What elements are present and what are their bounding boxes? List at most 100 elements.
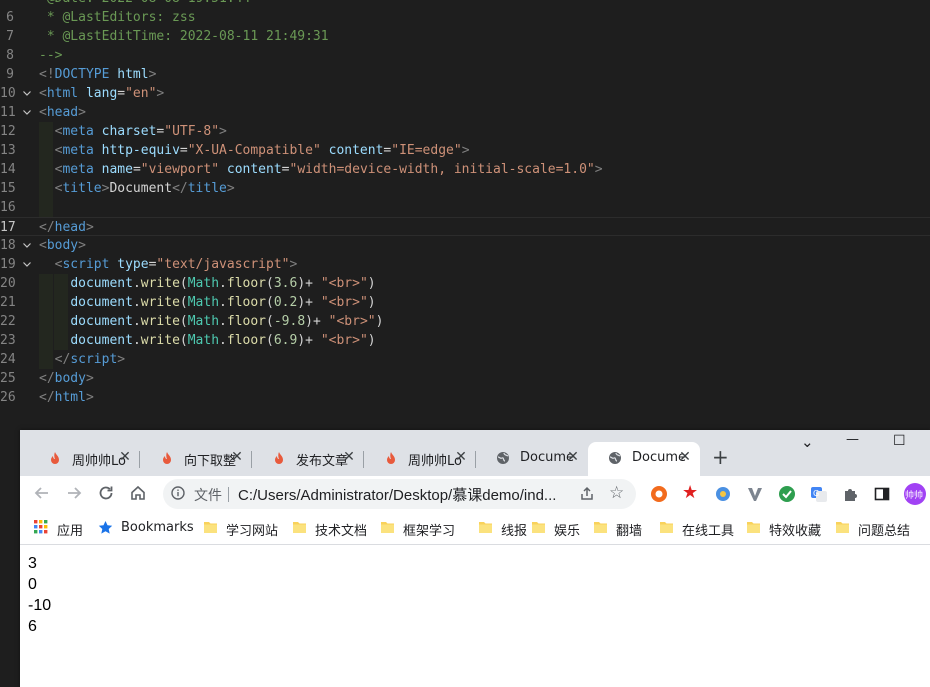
code-token: >: [85, 220, 94, 235]
code-line[interactable]: 7 * @LastEditTime: 2022-08-11 21:49:31: [0, 27, 930, 46]
folder-icon: [479, 522, 492, 533]
code-text: <meta charset="UTF-8">: [39, 122, 227, 141]
code-line[interactable]: 24 </script>: [0, 350, 930, 369]
reload-button[interactable]: [96, 484, 116, 504]
tab-search-button[interactable]: ⌄: [801, 433, 814, 451]
extension-green-icon[interactable]: [778, 485, 796, 503]
code-token: write: [140, 314, 180, 329]
code-line[interactable]: 10 <html lang="en">: [0, 84, 930, 103]
code-line[interactable]: 22 document.write(Math.floor(-9.8)+ "<br…: [0, 312, 930, 331]
extension-orange-icon[interactable]: [650, 485, 668, 503]
bookmark-label: Bookmarks: [121, 520, 194, 535]
tab-close-icon[interactable]: ✕: [566, 449, 580, 465]
tab-close-icon[interactable]: ✕: [678, 449, 692, 465]
code-line[interactable]: 23 document.write(Math.floor(6.9)+ "<br>…: [0, 331, 930, 350]
maximize-button[interactable]: ☐: [893, 433, 906, 449]
code-token: charset: [101, 124, 157, 139]
extension-star-icon[interactable]: ★: [682, 482, 700, 503]
code-line[interactable]: 14 <meta name="viewport" content="width=…: [0, 160, 930, 179]
bookmarks-bar: 应用 Bookmarks 学习网站 技术文档 框架学习 线报 娱乐 翻墙 在线工具 特效收藏 问题总…: [20, 512, 930, 545]
tab-close-icon[interactable]: ✕: [118, 449, 132, 465]
extensions-puzzle-icon[interactable]: [842, 485, 860, 503]
code-line[interactable]: 16: [0, 198, 930, 217]
tab[interactable]: 发布文章 ✕: [252, 442, 364, 476]
bookmark-label: 娱乐: [554, 524, 581, 539]
code-line[interactable]: 12 <meta charset="UTF-8">: [0, 122, 930, 141]
minimize-button[interactable]: —: [846, 432, 859, 447]
code-line[interactable]: 26 </html>: [0, 388, 930, 407]
extension-v-icon[interactable]: [746, 485, 764, 503]
file-scheme-label: 文件: [194, 488, 222, 504]
profile-avatar[interactable]: 帅帅: [904, 483, 926, 505]
address-bar[interactable]: 文件 C:/Users/Administrator/Desktop/慕课demo…: [163, 479, 636, 509]
tab[interactable]: 周帅帅Lo ✕: [364, 442, 476, 476]
bookmark-label: 学习网站: [226, 524, 279, 539]
code-token: )+: [297, 295, 321, 310]
code-token: </: [39, 390, 55, 405]
code-line[interactable]: 6 * @LastEditors: zss: [0, 8, 930, 27]
code-line[interactable]: 25 </body>: [0, 369, 930, 388]
code-token: lang: [85, 86, 118, 101]
code-line[interactable]: 21 document.write(Math.floor(0.2)+ "<br>…: [0, 293, 930, 312]
code-token: .: [132, 333, 141, 348]
code-token: "<br>": [328, 314, 376, 329]
code-editor[interactable]: @Date: 2022-08-08 19:51:44 6 * @LastEdito…: [0, 0, 930, 430]
side-panel-icon[interactable]: [873, 485, 891, 503]
share-icon[interactable]: [579, 486, 595, 502]
back-button[interactable]: [32, 484, 52, 504]
code-line[interactable]: 18 <body>: [0, 236, 930, 255]
bookmark-star-icon[interactable]: ☆: [609, 483, 624, 503]
code-line[interactable]: 17 </head>: [0, 217, 930, 236]
tab-close-icon[interactable]: ✕: [342, 449, 356, 465]
code-line[interactable]: 13 <meta http-equiv="X-UA-Compatible" co…: [0, 141, 930, 160]
code-token: >: [85, 390, 94, 405]
extension-translate-icon[interactable]: [714, 485, 732, 503]
output-line: 0: [28, 576, 37, 593]
line-number: 21: [0, 295, 16, 310]
code-token: floor: [226, 295, 267, 310]
line-number: 16: [0, 200, 16, 215]
code-line[interactable]: 15 <title>Document</title>: [0, 179, 930, 198]
home-button[interactable]: [128, 484, 148, 504]
code-token: </: [39, 371, 55, 386]
tab-active[interactable]: Docume ✕: [588, 442, 700, 476]
page-content: 3 0 -10 6: [20, 545, 930, 687]
line-number: 23: [0, 333, 16, 348]
folder-icon: [204, 522, 217, 533]
code-token: title: [62, 181, 102, 196]
code-token: (: [266, 276, 274, 291]
code-line[interactable]: @Date: 2022-08-08 19:51:44: [0, 0, 930, 8]
tab-close-icon[interactable]: ✕: [230, 449, 244, 465]
tab-close-icon[interactable]: ✕: [454, 449, 468, 465]
tab[interactable]: Docume ✕: [476, 442, 588, 476]
code-line[interactable]: 8 -->: [0, 46, 930, 65]
url-text[interactable]: C:/Users/Administrator/Desktop/慕课demo/in…: [238, 484, 573, 505]
code-token: Math: [187, 314, 220, 329]
forward-button[interactable]: [64, 484, 84, 504]
code-text: <script type="text/javascript">: [39, 255, 298, 274]
code-token: document: [70, 333, 133, 348]
code-line[interactable]: 11 <head>: [0, 103, 930, 122]
line-number: 20: [0, 276, 16, 291]
code-token: script: [62, 257, 110, 272]
code-line[interactable]: 20 document.write(Math.floor(3.6)+ "<br>…: [0, 274, 930, 293]
tab[interactable]: 周帅帅Lo ✕: [28, 442, 140, 476]
code-token: <: [39, 86, 47, 101]
code-token: >: [78, 238, 86, 253]
code-token: (: [179, 276, 188, 291]
code-token: ): [367, 276, 376, 291]
extension-google-translate-icon[interactable]: G: [810, 485, 828, 503]
new-tab-button[interactable]: +: [712, 447, 729, 467]
code-token: (: [266, 295, 274, 310]
code-token: >: [289, 257, 298, 272]
tab[interactable]: 向下取整 ✕: [140, 442, 252, 476]
folder-icon: [381, 522, 394, 533]
code-line[interactable]: 19 <script type="text/javascript">: [0, 255, 930, 274]
info-icon[interactable]: [171, 486, 185, 500]
code-text: <meta name="viewport" content="width=dev…: [39, 160, 603, 179]
code-line[interactable]: 9 <!DOCTYPE html>: [0, 65, 930, 84]
